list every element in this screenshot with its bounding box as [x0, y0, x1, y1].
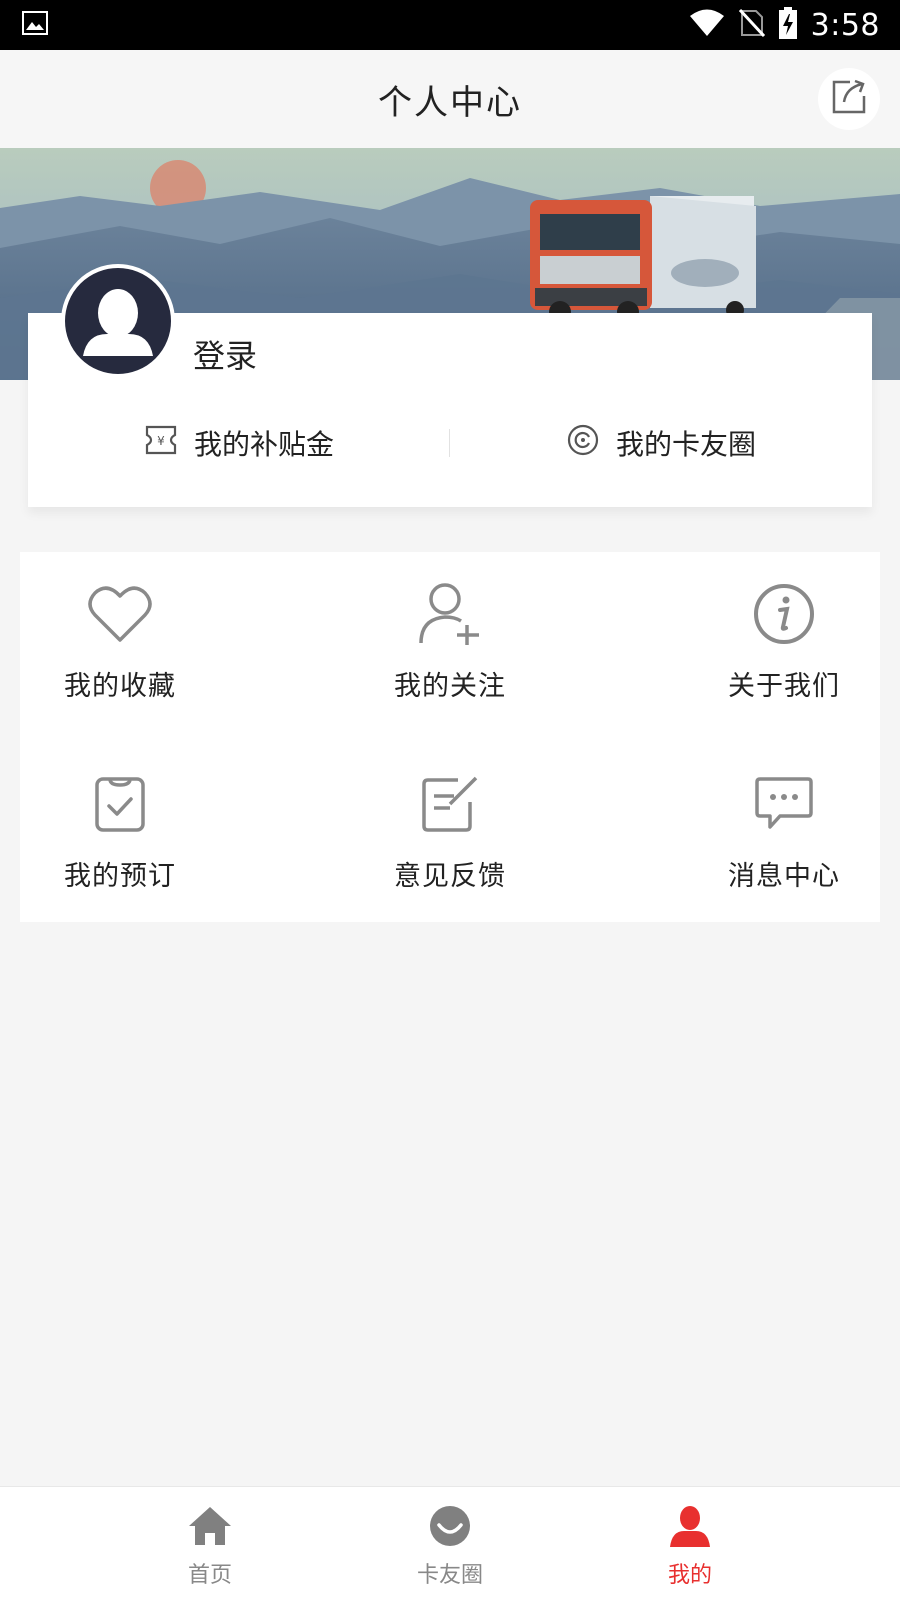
nav-label: 我的: [667, 1563, 712, 1588]
profile-card: 登录 ¥ 我的补贴金 我的卡友圈: [28, 264, 872, 507]
edit-note-icon: [420, 766, 480, 842]
gallery-icon: [22, 11, 48, 39]
action-divider: [449, 429, 450, 457]
nav-label: 首页: [187, 1563, 232, 1588]
status-icons: 3:58: [689, 7, 880, 43]
chat-circle-icon: [429, 1505, 471, 1551]
my-subsidy-label: 我的补贴金: [193, 428, 334, 461]
bottom-nav: 首页 卡友圈 我的: [0, 1486, 900, 1600]
no-sim-icon: [738, 8, 765, 41]
menu-item-label: 意见反馈: [394, 861, 506, 892]
avatar[interactable]: [61, 264, 175, 378]
my-circle-label: 我的卡友圈: [615, 428, 756, 461]
status-bar: 3:58: [0, 0, 900, 50]
menu-item-label: 关于我们: [728, 671, 840, 702]
share-button[interactable]: [818, 68, 880, 130]
person-icon: [668, 1505, 712, 1551]
title-bar: 个人中心: [0, 50, 900, 148]
menu-item-label: 我的收藏: [64, 671, 176, 702]
my-subsidy-button[interactable]: ¥ 我的补贴金: [28, 413, 450, 473]
menu-item-label: 我的预订: [64, 861, 176, 892]
menu-item-label: 我的关注: [394, 671, 506, 702]
menu-item-favorites[interactable]: 我的收藏: [20, 576, 220, 706]
menu-item-feedback[interactable]: 意见反馈: [350, 766, 550, 896]
circle-icon: [566, 423, 600, 464]
svg-text:¥: ¥: [157, 434, 165, 448]
login-link[interactable]: 登录: [193, 331, 257, 377]
menu-item-label: 消息中心: [728, 861, 840, 892]
nav-tab-mine[interactable]: 我的: [630, 1505, 750, 1589]
menu-grid: 我的收藏 我的关注 关于我们 我的预订 意见反馈 消息中心: [20, 552, 880, 922]
add-user-icon: [417, 576, 483, 652]
wifi-icon: [689, 9, 725, 41]
chat-bubble-icon: [754, 766, 814, 842]
menu-item-following[interactable]: 我的关注: [350, 576, 550, 706]
home-icon: [187, 1505, 233, 1551]
share-icon: [830, 78, 868, 120]
page-title: 个人中心: [378, 82, 522, 123]
clock: 3:58: [810, 7, 880, 43]
heart-icon: [87, 576, 153, 652]
default-avatar-icon: [65, 289, 171, 374]
menu-item-messages[interactable]: 消息中心: [684, 766, 884, 896]
nav-tab-circle[interactable]: 卡友圈: [390, 1505, 510, 1589]
my-circle-button[interactable]: 我的卡友圈: [450, 413, 872, 473]
menu-item-reservations[interactable]: 我的预订: [20, 766, 220, 896]
nav-tab-home[interactable]: 首页: [150, 1505, 270, 1589]
clipboard-check-icon: [94, 766, 146, 842]
nav-label: 卡友圈: [416, 1563, 483, 1588]
battery-charging-icon: [778, 7, 797, 43]
info-icon: [752, 576, 816, 652]
profile-actions: ¥ 我的补贴金 我的卡友圈: [28, 413, 872, 473]
menu-item-about-us[interactable]: 关于我们: [684, 576, 884, 706]
subsidy-ticket-icon: ¥: [144, 423, 178, 464]
